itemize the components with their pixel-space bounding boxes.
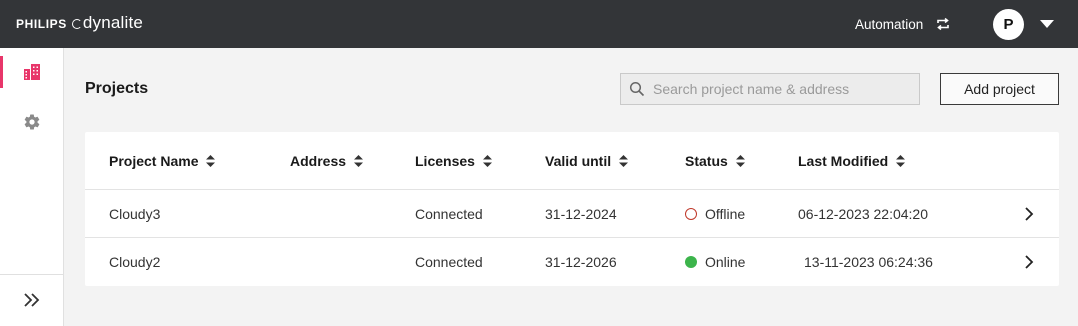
- add-project-button[interactable]: Add project: [940, 73, 1059, 105]
- buildings-icon: [24, 64, 40, 80]
- column-header-last-modified[interactable]: Last Modified: [798, 132, 906, 190]
- online-status-icon: [685, 256, 697, 268]
- brand-dynalite-text: dynalite: [82, 13, 144, 32]
- account-dropdown-icon[interactable]: [1040, 20, 1054, 28]
- sort-icon: [354, 155, 364, 167]
- column-header-address[interactable]: Address: [290, 132, 364, 190]
- cell-status: Online: [685, 238, 745, 286]
- brand-swirl-icon: [71, 19, 82, 29]
- automation-link[interactable]: Automation: [855, 0, 923, 48]
- cell-project-name: Cloudy3: [109, 206, 161, 222]
- sort-icon: [619, 155, 629, 167]
- gear-icon: [24, 114, 40, 130]
- cell-last-modified: 13-11-2023 06:24:36: [804, 254, 933, 270]
- repeat-icon[interactable]: [935, 16, 951, 32]
- page-title: Projects: [85, 80, 149, 97]
- cell-project-name: Cloudy2: [109, 254, 161, 270]
- column-label: Project Name: [109, 153, 199, 169]
- cell-status: Offline: [685, 190, 745, 238]
- table-row[interactable]: Cloudy2 Connected 31-12-2026 Online 13-1…: [85, 238, 1059, 286]
- search-input[interactable]: [653, 81, 903, 97]
- search-icon: [629, 81, 645, 97]
- search-box[interactable]: [620, 73, 920, 105]
- double-chevron-right-icon: [24, 293, 40, 307]
- chevron-right-icon[interactable]: [1023, 254, 1035, 270]
- column-header-licenses[interactable]: Licenses: [415, 132, 492, 190]
- sort-icon: [896, 155, 906, 167]
- sidebar: [0, 48, 64, 326]
- offline-status-icon: [685, 208, 697, 220]
- cell-valid-until: 31-12-2026: [545, 254, 617, 270]
- cell-licenses: Connected: [415, 206, 483, 222]
- brand-logo[interactable]: PHILIPS dynalite: [16, 0, 143, 48]
- sidebar-divider: [0, 274, 64, 275]
- top-bar: PHILIPS dynalite Automation P: [0, 0, 1078, 48]
- column-header-project-name[interactable]: Project Name: [109, 132, 216, 190]
- column-label: Licenses: [415, 153, 475, 169]
- projects-table: Project Name Address Licenses Valid unti…: [85, 132, 1059, 286]
- column-header-valid-until[interactable]: Valid until: [545, 132, 629, 190]
- cell-last-modified: 06-12-2023 22:04:20: [798, 206, 928, 222]
- brand-philips-text: PHILIPS: [16, 17, 67, 31]
- avatar[interactable]: P: [993, 9, 1024, 40]
- cell-licenses: Connected: [415, 254, 483, 270]
- status-text: Offline: [705, 206, 746, 222]
- column-label: Valid until: [545, 153, 612, 169]
- table-header: Project Name Address Licenses Valid unti…: [85, 132, 1059, 190]
- sort-icon: [482, 155, 492, 167]
- cell-valid-until: 31-12-2024: [545, 206, 617, 222]
- status-text: Online: [705, 254, 746, 270]
- sidebar-item-projects[interactable]: [0, 50, 64, 94]
- column-label: Last Modified: [798, 153, 889, 169]
- chevron-right-icon[interactable]: [1023, 206, 1035, 222]
- column-label: Address: [290, 153, 347, 169]
- sort-icon: [735, 155, 745, 167]
- sidebar-item-settings[interactable]: [0, 100, 64, 144]
- sort-icon: [206, 155, 216, 167]
- table-row[interactable]: Cloudy3 Connected 31-12-2024 Offline 06-…: [85, 190, 1059, 238]
- column-label: Status: [685, 153, 728, 169]
- sidebar-expand-button[interactable]: [0, 278, 64, 322]
- column-header-status[interactable]: Status: [685, 132, 745, 190]
